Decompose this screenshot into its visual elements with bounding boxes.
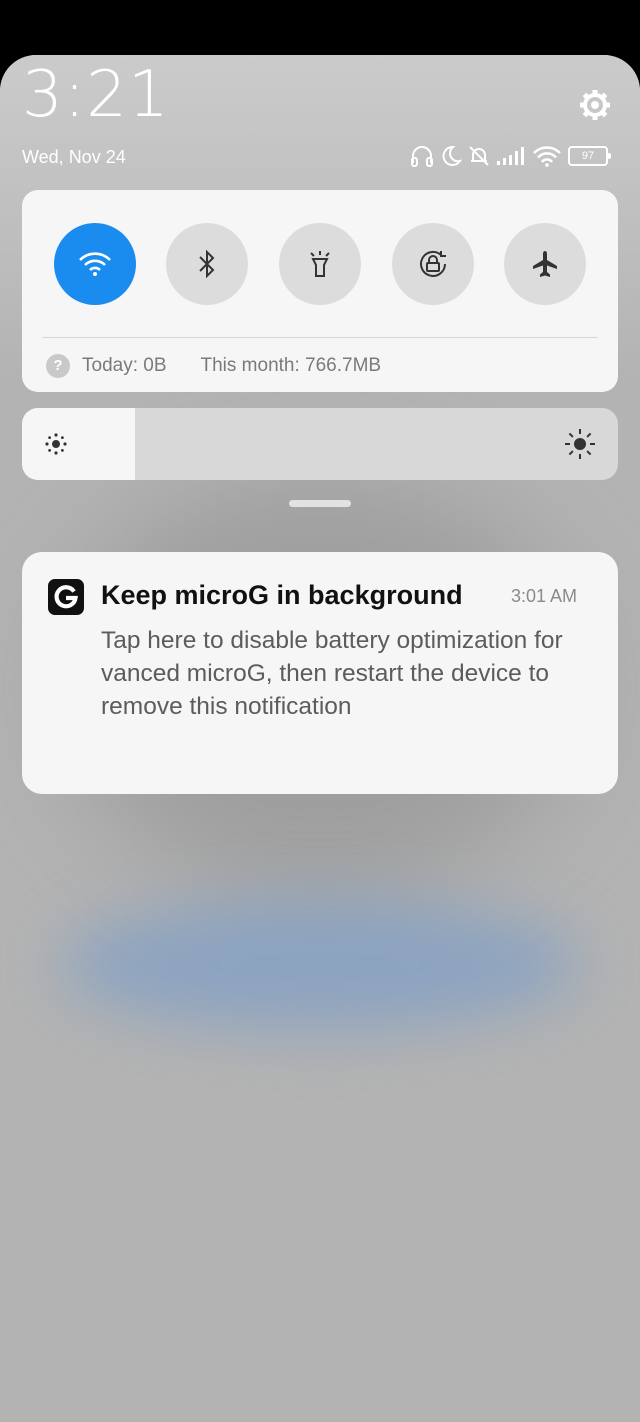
wifi-toggle[interactable] [54,223,136,305]
signal-icon [497,147,524,165]
data-usage-row[interactable]: ? Today: 0B This month: 766.7MB [46,353,381,379]
brightness-low-icon [45,433,67,455]
headphones-icon [411,146,433,167]
auto-rotate-toggle[interactable] [392,223,474,305]
data-usage-month: This month: 766.7MB [200,355,382,376]
bluetooth-icon [199,249,215,279]
wifi-status-icon [533,146,561,167]
bluetooth-toggle[interactable] [166,223,248,305]
notification-title: Keep microG in background [101,580,463,610]
bell-off-icon [469,146,489,166]
brightness-slider[interactable] [22,408,618,480]
shade-drag-handle[interactable] [289,500,351,507]
notification-body: Tap here to disable battery optimization… [101,627,563,720]
settings-gear-icon[interactable] [578,88,612,122]
quick-settings-panel: ? Today: 0B This month: 766.7MB [22,190,618,392]
rotation-lock-icon [420,250,446,277]
background-blur-blue [60,900,580,1030]
wifi-icon [79,252,111,276]
status-icons: 97 [410,143,611,169]
notification-card[interactable]: Keep microG in background 3:01 AM Tap he… [22,552,618,794]
g-logo-icon [54,585,78,609]
help-icon: ? [46,354,70,378]
notification-shade: 3:21 Wed, Nov 24 97 ? Today: 0B This mon… [0,55,640,1422]
brightness-high-icon [565,429,595,459]
flashlight-icon [310,251,330,277]
data-usage-today: Today: 0B [82,355,167,376]
flashlight-toggle[interactable] [279,223,361,305]
airplane-icon [533,251,557,277]
clock: 3:21 [22,58,170,132]
microg-app-icon [48,579,84,615]
battery-indicator: 97 [568,146,611,166]
moon-icon [442,145,462,166]
airplane-mode-toggle[interactable] [504,223,586,305]
date: Wed, Nov 24 [22,147,126,167]
notification-time: 3:01 AM [511,586,578,606]
quick-settings-divider [42,337,598,338]
brightness-slider-fill [22,408,136,480]
